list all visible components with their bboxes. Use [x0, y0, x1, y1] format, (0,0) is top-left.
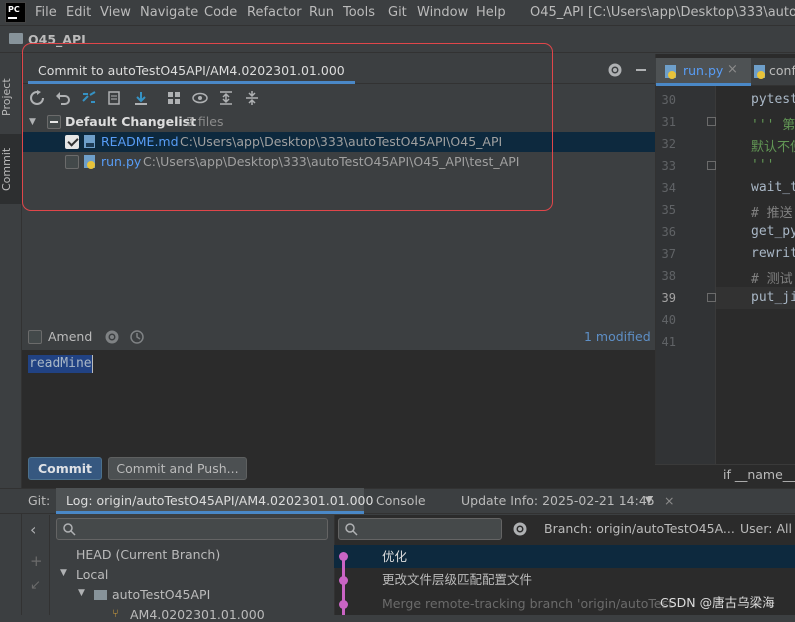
project-tool-tab[interactable]: Project — [0, 62, 22, 132]
hide-panel-icon[interactable] — [633, 62, 649, 78]
menu-help[interactable]: Help — [476, 5, 506, 20]
code-line[interactable]: get_py — [751, 224, 795, 239]
commit-node-icon — [339, 600, 348, 609]
code-line[interactable]: pytest — [751, 92, 795, 107]
chevron-down-icon[interactable]: ▼ — [78, 588, 85, 598]
fold-marker-icon[interactable] — [707, 117, 716, 126]
line-number: 40 — [661, 313, 676, 327]
close-tab-icon[interactable]: × — [664, 493, 674, 508]
branch-search-input[interactable] — [56, 518, 328, 540]
menu-navigate[interactable]: Navigate — [140, 5, 198, 20]
editor-tab-label: conf — [769, 63, 795, 78]
settings-gear-icon[interactable] — [607, 62, 623, 78]
line-number: 31 — [661, 115, 676, 129]
git-label: Git: — [28, 493, 51, 508]
commit-button[interactable]: Commit — [28, 457, 102, 480]
code-line[interactable]: ''' — [751, 158, 774, 173]
tab-update-info[interactable]: Update Info: 2025-02-21 14:45 — [461, 493, 655, 508]
branch-group-local[interactable]: Local — [76, 567, 108, 582]
arrow-down-left-icon[interactable]: ↙ — [30, 578, 41, 593]
tab-console[interactable]: Console — [376, 493, 426, 508]
app-logo: PC — [5, 2, 26, 23]
code-line[interactable]: wait_t — [751, 180, 795, 195]
line-number: 34 — [661, 181, 676, 195]
clock-history-icon[interactable] — [129, 329, 145, 345]
code-line[interactable]: # 推送 — [751, 202, 793, 221]
tab-git-log-label[interactable]: Log: origin/autoTestO45API/AM4.0202301.0… — [66, 493, 373, 508]
menu-view[interactable]: View — [100, 5, 131, 20]
menu-refactor[interactable]: Refactor — [247, 5, 302, 20]
line-number: 35 — [661, 203, 676, 217]
editor-tab-conf[interactable]: conf — [751, 58, 795, 86]
search-icon — [63, 523, 76, 536]
menu-file[interactable]: File — [35, 5, 57, 20]
commit-row[interactable]: 优化 — [334, 545, 795, 568]
line-number: 30 — [661, 93, 676, 107]
menu-edit[interactable]: Edit — [66, 5, 91, 20]
highlight-annotation — [22, 43, 553, 211]
python-file-icon — [665, 65, 676, 79]
commit-message-text[interactable]: readMine — [28, 355, 93, 373]
user-filter[interactable]: User: All — [740, 521, 792, 536]
close-tab-icon[interactable]: × — [727, 62, 738, 77]
text-cursor — [92, 355, 93, 373]
add-icon[interactable]: + — [30, 552, 43, 570]
chevron-left-icon[interactable]: ‹ — [30, 520, 36, 539]
amend-label[interactable]: Amend — [48, 329, 92, 344]
editor-tab-label: run.py — [683, 63, 724, 78]
code-line[interactable]: ''' 第 — [751, 114, 795, 133]
line-number: 33 — [661, 159, 676, 173]
python-file-icon — [754, 65, 765, 79]
editor-tab-run-py[interactable]: run.py × — [656, 58, 751, 86]
commit-tool-tab[interactable]: Commit — [0, 134, 22, 204]
commit-search-input[interactable] — [338, 518, 502, 540]
folder-icon — [9, 33, 23, 44]
code-line[interactable]: 默认不使 — [751, 136, 795, 155]
editor-breadcrumb-text[interactable]: if __name__ == — [723, 467, 795, 482]
commit-node-icon — [339, 576, 348, 585]
line-number: 41 — [661, 335, 676, 349]
commit-and-push-button[interactable]: Commit and Push... — [108, 457, 247, 480]
branch-icon: ⑂ — [112, 607, 119, 620]
line-number: 37 — [661, 247, 676, 261]
menu-run[interactable]: Run — [309, 5, 334, 20]
line-number: 38 — [661, 269, 676, 283]
line-number: 36 — [661, 225, 676, 239]
line-number: 32 — [661, 137, 676, 151]
search-icon — [345, 523, 358, 536]
code-line[interactable]: # 测试 — [751, 268, 793, 287]
watermark: CSDN @唐古乌梁海 — [660, 595, 775, 610]
chevron-down-icon[interactable]: ▼ — [645, 495, 653, 506]
commit-row[interactable]: 更改文件层级匹配配置文件 — [334, 568, 795, 591]
amend-row: Amend 1 modified — [22, 325, 655, 349]
fold-marker-icon[interactable] — [707, 293, 716, 302]
branch-filter[interactable]: Branch: origin/autoTestO45A... — [544, 521, 735, 536]
left-tool-strip: Project Commit — [0, 54, 22, 615]
branch-folder[interactable]: autoTestO45API — [112, 587, 210, 602]
folder-icon — [94, 590, 107, 600]
menu-window[interactable]: Window — [417, 5, 468, 20]
chevron-down-icon[interactable]: ▼ — [60, 568, 67, 578]
line-number: 39 — [661, 291, 676, 305]
menu-tools[interactable]: Tools — [343, 5, 375, 20]
modified-count-link[interactable]: 1 modified — [584, 329, 651, 344]
amend-checkbox[interactable] — [28, 330, 42, 344]
menu-code[interactable]: Code — [204, 5, 237, 20]
code-line[interactable]: put_ji — [751, 290, 795, 305]
commit-options-gear-icon[interactable] — [104, 329, 120, 345]
commit-node-icon — [339, 552, 348, 561]
menu-git[interactable]: Git — [388, 5, 407, 20]
branch-head[interactable]: HEAD (Current Branch) — [76, 547, 220, 562]
fold-marker-icon[interactable] — [707, 161, 716, 170]
log-settings-gear-icon[interactable] — [512, 521, 528, 537]
window-title: O45_API [C:\Users\app\Desktop\333\autoTe… — [530, 5, 795, 20]
code-line[interactable]: rewrit — [751, 246, 795, 261]
